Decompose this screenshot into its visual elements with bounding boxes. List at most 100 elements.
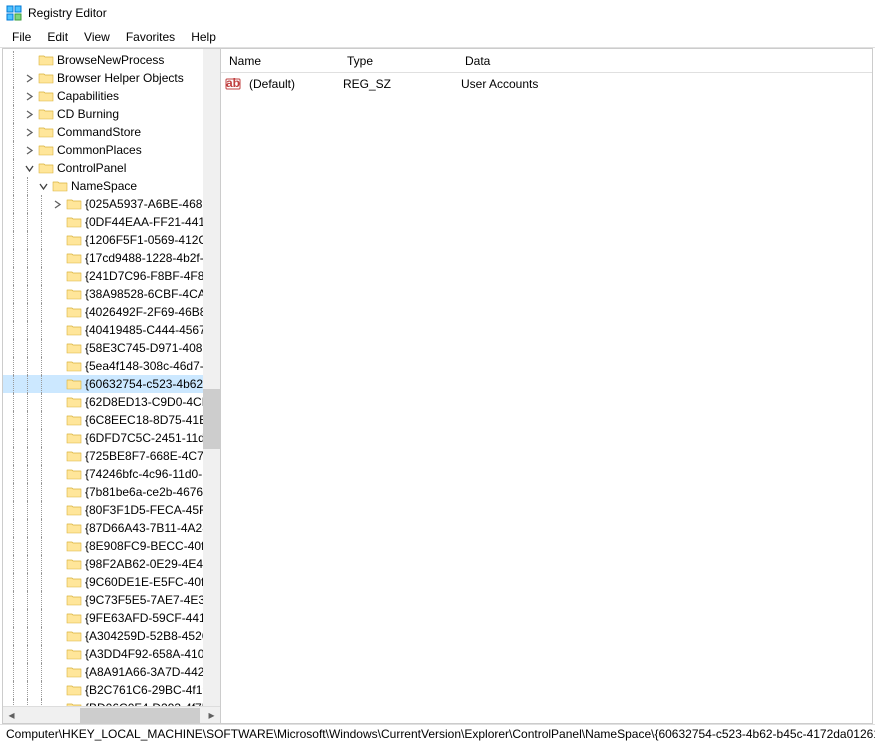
expander-closed-icon[interactable] — [22, 71, 36, 85]
tree-key-guid[interactable]: {5ea4f148-308c-46d7- — [3, 357, 220, 375]
tree-key-guid[interactable]: {87D66A43-7B11-4A28 — [3, 519, 220, 537]
tree-guide — [21, 429, 35, 447]
tree-key-guid[interactable]: {6DFD7C5C-2451-11d — [3, 429, 220, 447]
tree-key-guid[interactable]: {6C8EEC18-8D75-41B2 — [3, 411, 220, 429]
tree-key-guid[interactable]: {241D7C96-F8BF-4F85 — [3, 267, 220, 285]
folder-icon — [66, 629, 82, 643]
tree-guide — [35, 627, 49, 645]
tree-key[interactable]: Browser Helper Objects — [3, 69, 220, 87]
tree-key-guid[interactable]: {40419485-C444-4567 — [3, 321, 220, 339]
folder-icon — [38, 161, 54, 175]
tree-key-guid[interactable]: {9C60DE1E-E5FC-40f4 — [3, 573, 220, 591]
expander-closed-icon[interactable] — [22, 125, 36, 139]
tree-key-guid[interactable]: {025A5937-A6BE-4686 — [3, 195, 220, 213]
folder-icon — [66, 251, 82, 265]
folder-icon — [66, 647, 82, 661]
menu-edit[interactable]: Edit — [39, 28, 76, 45]
tree-key-guid[interactable]: {8E908FC9-BECC-40f6 — [3, 537, 220, 555]
menu-file[interactable]: File — [4, 28, 39, 45]
tree-key-guid[interactable]: {60632754-c523-4b62- — [3, 375, 220, 393]
tree-key-guid[interactable]: {7b81be6a-ce2b-4676 — [3, 483, 220, 501]
tree-key-guid[interactable]: {62D8ED13-C9D0-4CE — [3, 393, 220, 411]
tree-guide — [21, 285, 35, 303]
tree-key-controlpanel[interactable]: ControlPanel — [3, 159, 220, 177]
tree-key-guid[interactable]: {74246bfc-4c96-11d0- — [3, 465, 220, 483]
tree-key-guid[interactable]: {0DF44EAA-FF21-4412 — [3, 213, 220, 231]
column-data[interactable]: Data — [457, 50, 872, 72]
values-panel[interactable]: Name Type Data (Default)REG_SZUser Accou… — [221, 49, 872, 723]
tree-key-label: {9FE63AFD-59CF-4419 — [85, 611, 212, 625]
tree-key-guid[interactable]: {9C73F5E5-7AE7-4E32 — [3, 591, 220, 609]
scroll-left-icon[interactable]: ◂ — [3, 707, 20, 724]
tree-key-guid[interactable]: {725BE8F7-668E-4C7B — [3, 447, 220, 465]
expander-open-icon[interactable] — [36, 179, 50, 193]
expander-closed-icon[interactable] — [22, 107, 36, 121]
tree-guide — [35, 357, 49, 375]
tree-key-guid[interactable]: {80F3F1D5-FECA-45F3 — [3, 501, 220, 519]
tree-key[interactable]: Capabilities — [3, 87, 220, 105]
expander-none — [50, 323, 64, 337]
tree-guide — [7, 645, 21, 663]
tree-vertical-scrollbar-thumb[interactable] — [203, 389, 220, 449]
expander-none — [50, 305, 64, 319]
tree-key-guid[interactable]: {58E3C745-D971-4081 — [3, 339, 220, 357]
tree-guide — [35, 609, 49, 627]
tree-guide — [21, 483, 35, 501]
folder-icon — [66, 485, 82, 499]
expander-closed-icon[interactable] — [22, 89, 36, 103]
tree-horizontal-scrollbar[interactable]: ◂ ▸ — [3, 706, 220, 723]
menu-view[interactable]: View — [76, 28, 118, 45]
tree-key[interactable]: CD Burning — [3, 105, 220, 123]
tree-guide — [7, 555, 21, 573]
tree-panel[interactable]: BrowseNewProcess Browser Helper Objects Ca… — [3, 49, 221, 723]
tree-key-label: {9C73F5E5-7AE7-4E32 — [85, 593, 212, 607]
tree-guide — [35, 285, 49, 303]
tree-key-guid[interactable]: {98F2AB62-0E29-4E4C — [3, 555, 220, 573]
tree-key-label: {6DFD7C5C-2451-11d — [85, 431, 205, 445]
tree-key-label: {8E908FC9-BECC-40f6 — [85, 539, 211, 553]
tree-guide — [7, 609, 21, 627]
value-row[interactable]: (Default)REG_SZUser Accounts — [221, 75, 872, 93]
folder-icon — [38, 89, 54, 103]
tree-key-guid[interactable]: {A304259D-52B8-4526 — [3, 627, 220, 645]
column-type[interactable]: Type — [339, 50, 457, 72]
tree-guide — [21, 465, 35, 483]
tree-key-guid[interactable]: {9FE63AFD-59CF-4419 — [3, 609, 220, 627]
tree-guide — [35, 645, 49, 663]
tree-key-label: {A304259D-52B8-4526 — [85, 629, 208, 643]
expander-open-icon[interactable] — [22, 161, 36, 175]
tree-key-guid[interactable]: {38A98528-6CBF-4CA — [3, 285, 220, 303]
column-name[interactable]: Name — [221, 50, 339, 72]
tree-key[interactable]: CommonPlaces — [3, 141, 220, 159]
folder-icon — [66, 503, 82, 517]
expander-closed-icon[interactable] — [22, 143, 36, 157]
tree-guide — [7, 483, 21, 501]
tree-key[interactable]: CommandStore — [3, 123, 220, 141]
tree-guide — [35, 519, 49, 537]
tree-key-label: Browser Helper Objects — [57, 71, 184, 85]
tree-key-guid[interactable]: {A3DD4F92-658A-410 — [3, 645, 220, 663]
menu-favorites[interactable]: Favorites — [118, 28, 183, 45]
expander-closed-icon[interactable] — [50, 197, 64, 211]
tree-key-guid[interactable]: {4026492F-2F69-46B8- — [3, 303, 220, 321]
expander-none — [50, 287, 64, 301]
menu-help[interactable]: Help — [183, 28, 224, 45]
tree-horizontal-scrollbar-thumb[interactable] — [80, 708, 200, 723]
folder-icon — [66, 593, 82, 607]
tree-key-guid[interactable]: {A8A91A66-3A7D-442 — [3, 663, 220, 681]
tree-key-guid[interactable]: {B2C761C6-29BC-4f19 — [3, 681, 220, 699]
folder-icon — [66, 467, 82, 481]
tree-key-namespace[interactable]: NameSpace — [3, 177, 220, 195]
tree-guide — [35, 537, 49, 555]
tree-guide — [7, 465, 21, 483]
tree-key-guid[interactable]: {17cd9488-1228-4b2f- — [3, 249, 220, 267]
tree-vertical-scrollbar[interactable] — [203, 49, 220, 706]
tree-key[interactable]: BrowseNewProcess — [3, 51, 220, 69]
tree-key-guid[interactable]: {1206F5F1-0569-412C — [3, 231, 220, 249]
scroll-right-icon[interactable]: ▸ — [203, 707, 220, 724]
tree-guide — [35, 573, 49, 591]
tree-guide — [21, 645, 35, 663]
tree-guide — [7, 87, 21, 105]
folder-icon — [66, 323, 82, 337]
tree-key-label: {6C8EEC18-8D75-41B2 — [85, 413, 214, 427]
